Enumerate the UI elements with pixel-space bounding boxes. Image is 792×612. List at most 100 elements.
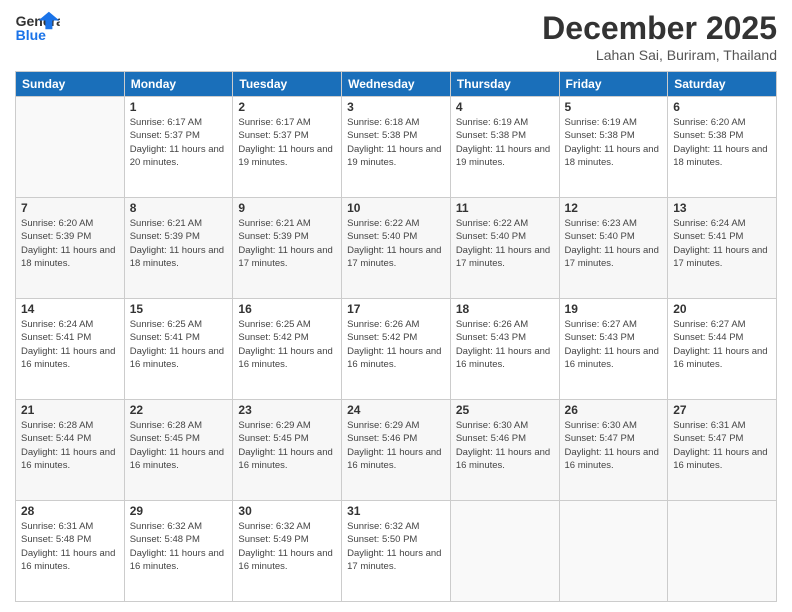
calendar-cell: 7Sunrise: 6:20 AMSunset: 5:39 PMDaylight… — [16, 198, 125, 299]
calendar-cell: 24 Sunrise: 6:29 AMSunset: 5:46 PMDayligh… — [342, 400, 451, 501]
calendar-cell: 2Sunrise: 6:17 AMSunset: 5:37 PMDaylight… — [233, 97, 342, 198]
location: Lahan Sai, Buriram, Thailand — [542, 47, 777, 63]
calendar-cell: 9Sunrise: 6:21 AMSunset: 5:39 PMDaylight… — [233, 198, 342, 299]
day-number: 26 — [565, 403, 663, 417]
day-info: Sunrise: 6:26 AMSunset: 5:42 PMDaylight:… — [347, 318, 445, 371]
day-number: 28 — [21, 504, 119, 518]
day-info: Sunrise: 6:32 AMSunset: 5:50 PMDaylight:… — [347, 520, 445, 573]
calendar-cell: 17 Sunrise: 6:26 AMSunset: 5:42 PMDayligh… — [342, 299, 451, 400]
calendar-cell: 3 Sunrise: 6:18 AMSunset: 5:38 PMDaylight… — [342, 97, 451, 198]
day-number: 24 — [347, 403, 445, 417]
calendar-cell: 30 Sunrise: 6:32 AMSunset: 5:49 PMDayligh… — [233, 501, 342, 602]
week-row-1: 1 Sunrise: 6:17 AMSunset: 5:37 PMDaylight… — [16, 97, 777, 198]
day-info: Sunrise: 6:32 AMSunset: 5:48 PMDaylight:… — [130, 520, 228, 573]
day-info: Sunrise: 6:21 AMSunset: 5:39 PMDaylight:… — [130, 217, 228, 270]
day-number: 10 — [347, 201, 445, 215]
calendar-cell: 4 Sunrise: 6:19 AMSunset: 5:38 PMDaylight… — [450, 97, 559, 198]
day-number: 18 — [456, 302, 554, 316]
day-number: 22 — [130, 403, 228, 417]
col-friday: Friday — [559, 72, 668, 97]
day-number: 17 — [347, 302, 445, 316]
day-info: Sunrise: 6:27 AMSunset: 5:44 PMDaylight:… — [673, 318, 771, 371]
day-info: Sunrise: 6:18 AMSunset: 5:38 PMDaylight:… — [347, 116, 445, 169]
week-row-2: 7Sunrise: 6:20 AMSunset: 5:39 PMDaylight… — [16, 198, 777, 299]
calendar-cell: 31 Sunrise: 6:32 AMSunset: 5:50 PMDayligh… — [342, 501, 451, 602]
calendar-cell: 19 Sunrise: 6:27 AMSunset: 5:43 PMDayligh… — [559, 299, 668, 400]
day-info: Sunrise: 6:31 AMSunset: 5:48 PMDaylight:… — [21, 520, 119, 573]
calendar-cell: 10 Sunrise: 6:22 AMSunset: 5:40 PMDayligh… — [342, 198, 451, 299]
calendar-cell: 1 Sunrise: 6:17 AMSunset: 5:37 PMDaylight… — [124, 97, 233, 198]
day-info: Sunrise: 6:19 AMSunset: 5:38 PMDaylight:… — [565, 116, 663, 169]
month-title: December 2025 — [542, 10, 777, 47]
calendar-cell: 27Sunrise: 6:31 AMSunset: 5:47 PMDayligh… — [668, 400, 777, 501]
day-number: 11 — [456, 201, 554, 215]
calendar-cell — [450, 501, 559, 602]
col-tuesday: Tuesday — [233, 72, 342, 97]
col-wednesday: Wednesday — [342, 72, 451, 97]
day-info: Sunrise: 6:29 AMSunset: 5:46 PMDaylight:… — [347, 419, 445, 472]
day-number: 14 — [21, 302, 119, 316]
day-info: Sunrise: 6:26 AMSunset: 5:43 PMDaylight:… — [456, 318, 554, 371]
day-number: 27 — [673, 403, 771, 417]
day-number: 5 — [565, 100, 663, 114]
day-info: Sunrise: 6:32 AMSunset: 5:49 PMDaylight:… — [238, 520, 336, 573]
calendar-cell: 26 Sunrise: 6:30 AMSunset: 5:47 PMDayligh… — [559, 400, 668, 501]
calendar-cell: 13Sunrise: 6:24 AMSunset: 5:41 PMDayligh… — [668, 198, 777, 299]
day-number: 4 — [456, 100, 554, 114]
calendar-cell: 23 Sunrise: 6:29 AMSunset: 5:45 PMDayligh… — [233, 400, 342, 501]
calendar-cell: 21Sunrise: 6:28 AMSunset: 5:44 PMDayligh… — [16, 400, 125, 501]
day-info: Sunrise: 6:30 AMSunset: 5:47 PMDaylight:… — [565, 419, 663, 472]
day-number: 19 — [565, 302, 663, 316]
week-row-3: 14 Sunrise: 6:24 AMSunset: 5:41 PMDayligh… — [16, 299, 777, 400]
day-info: Sunrise: 6:17 AMSunset: 5:37 PMDaylight:… — [130, 116, 228, 169]
day-number: 23 — [238, 403, 336, 417]
day-info: Sunrise: 6:28 AMSunset: 5:45 PMDaylight:… — [130, 419, 228, 472]
day-number: 7 — [21, 201, 119, 215]
week-row-4: 21Sunrise: 6:28 AMSunset: 5:44 PMDayligh… — [16, 400, 777, 501]
day-number: 1 — [130, 100, 228, 114]
day-number: 15 — [130, 302, 228, 316]
day-info: Sunrise: 6:19 AMSunset: 5:38 PMDaylight:… — [456, 116, 554, 169]
calendar-cell: 25 Sunrise: 6:30 AMSunset: 5:46 PMDayligh… — [450, 400, 559, 501]
day-info: Sunrise: 6:23 AMSunset: 5:40 PMDaylight:… — [565, 217, 663, 270]
day-info: Sunrise: 6:22 AMSunset: 5:40 PMDaylight:… — [347, 217, 445, 270]
calendar-cell: 14 Sunrise: 6:24 AMSunset: 5:41 PMDayligh… — [16, 299, 125, 400]
day-number: 20 — [673, 302, 771, 316]
col-saturday: Saturday — [668, 72, 777, 97]
page: General Blue December 2025 Lahan Sai, Bu… — [0, 0, 792, 612]
day-number: 3 — [347, 100, 445, 114]
calendar-cell: 29Sunrise: 6:32 AMSunset: 5:48 PMDayligh… — [124, 501, 233, 602]
day-number: 30 — [238, 504, 336, 518]
day-info: Sunrise: 6:24 AMSunset: 5:41 PMDaylight:… — [21, 318, 119, 371]
title-section: December 2025 Lahan Sai, Buriram, Thaila… — [542, 10, 777, 63]
col-sunday: Sunday — [16, 72, 125, 97]
day-number: 31 — [347, 504, 445, 518]
week-row-5: 28 Sunrise: 6:31 AMSunset: 5:48 PMDayligh… — [16, 501, 777, 602]
calendar-cell: 6 Sunrise: 6:20 AMSunset: 5:38 PMDaylight… — [668, 97, 777, 198]
day-info: Sunrise: 6:25 AMSunset: 5:42 PMDaylight:… — [238, 318, 336, 371]
day-info: Sunrise: 6:17 AMSunset: 5:37 PMDaylight:… — [238, 116, 336, 169]
calendar-cell: 12Sunrise: 6:23 AMSunset: 5:40 PMDayligh… — [559, 198, 668, 299]
calendar-cell: 28 Sunrise: 6:31 AMSunset: 5:48 PMDayligh… — [16, 501, 125, 602]
calendar-cell — [16, 97, 125, 198]
calendar-header-row: Sunday Monday Tuesday Wednesday Thursday… — [16, 72, 777, 97]
day-number: 16 — [238, 302, 336, 316]
day-info: Sunrise: 6:20 AMSunset: 5:38 PMDaylight:… — [673, 116, 771, 169]
calendar-cell: 16 Sunrise: 6:25 AMSunset: 5:42 PMDayligh… — [233, 299, 342, 400]
svg-text:Blue: Blue — [16, 27, 47, 43]
day-info: Sunrise: 6:27 AMSunset: 5:43 PMDaylight:… — [565, 318, 663, 371]
col-monday: Monday — [124, 72, 233, 97]
day-info: Sunrise: 6:29 AMSunset: 5:45 PMDaylight:… — [238, 419, 336, 472]
calendar-cell — [668, 501, 777, 602]
calendar-cell — [559, 501, 668, 602]
day-number: 6 — [673, 100, 771, 114]
calendar-cell: 11 Sunrise: 6:22 AMSunset: 5:40 PMDayligh… — [450, 198, 559, 299]
day-info: Sunrise: 6:22 AMSunset: 5:40 PMDaylight:… — [456, 217, 554, 270]
logo-icon: General Blue — [15, 10, 60, 45]
calendar-cell: 22 Sunrise: 6:28 AMSunset: 5:45 PMDayligh… — [124, 400, 233, 501]
col-thursday: Thursday — [450, 72, 559, 97]
calendar-cell: 20 Sunrise: 6:27 AMSunset: 5:44 PMDayligh… — [668, 299, 777, 400]
day-info: Sunrise: 6:21 AMSunset: 5:39 PMDaylight:… — [238, 217, 336, 270]
day-info: Sunrise: 6:30 AMSunset: 5:46 PMDaylight:… — [456, 419, 554, 472]
day-number: 25 — [456, 403, 554, 417]
